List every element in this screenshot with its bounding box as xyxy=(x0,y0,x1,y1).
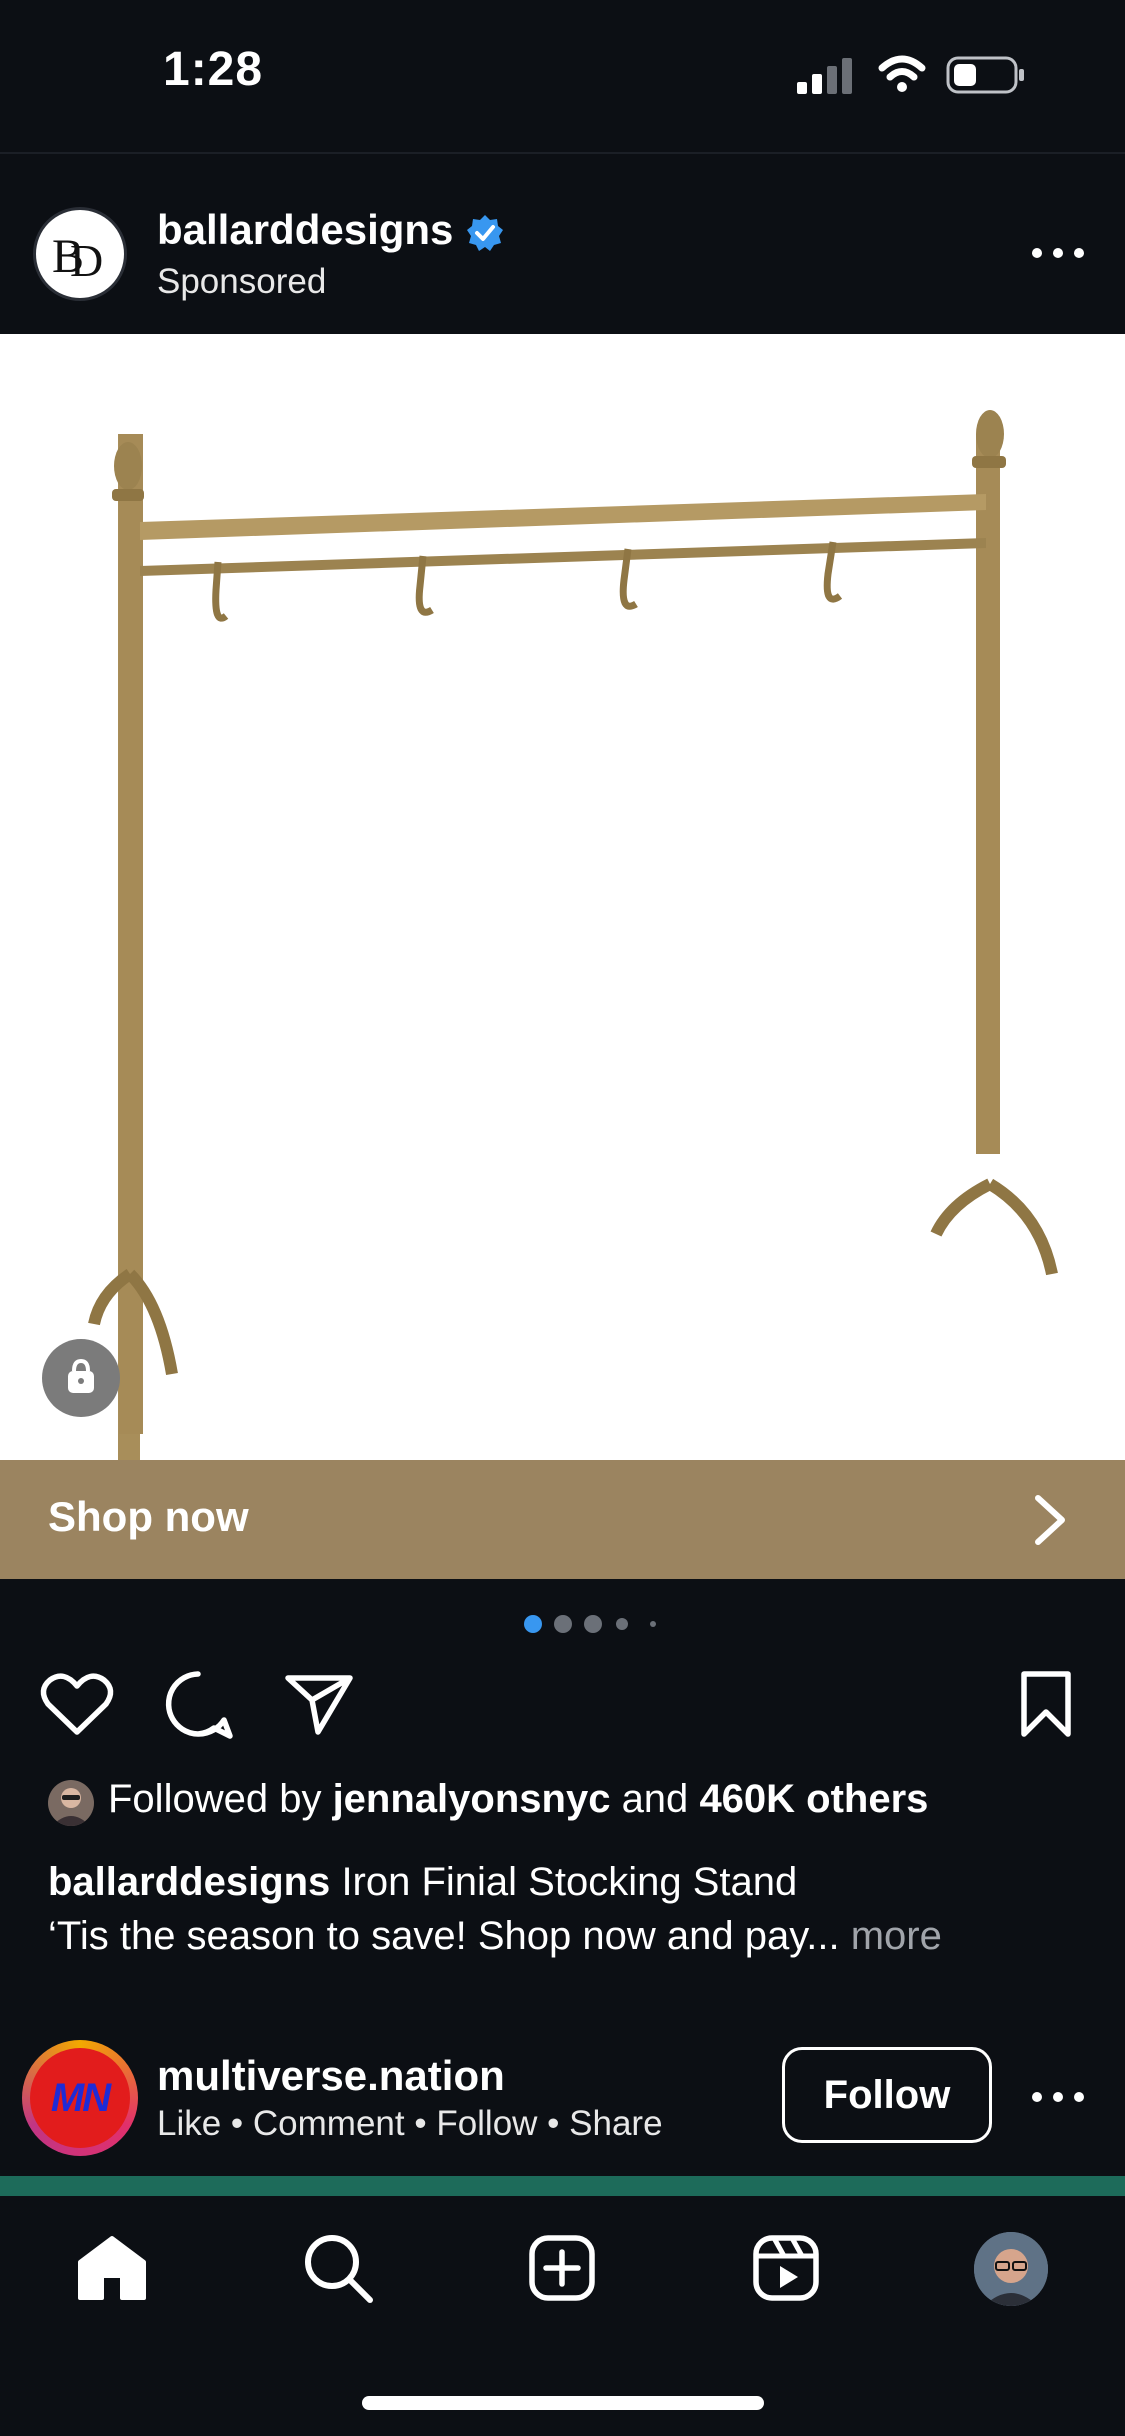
caption-text: ‘Tis the season to save! Shop now and pa… xyxy=(48,1914,840,1958)
carousel-dot-5 xyxy=(650,1621,656,1627)
bd-monogram-logo: B D xyxy=(52,230,103,286)
caption-username[interactable]: ballarddesigns xyxy=(48,1860,330,1904)
caption-title-line: ballarddesigns Iron Finial Stocking Stan… xyxy=(48,1860,797,1905)
next-post-image-edge xyxy=(0,2176,1125,2196)
search-icon[interactable] xyxy=(302,2232,374,2304)
mn-logo-text: MN xyxy=(50,2076,111,2120)
home-icon[interactable] xyxy=(76,2234,148,2302)
home-indicator xyxy=(362,2396,764,2410)
carousel-dot-1 xyxy=(524,1615,542,1633)
carousel-dot-3 xyxy=(584,1615,602,1633)
profile-avatar[interactable] xyxy=(974,2232,1048,2306)
account-name-2[interactable]: multiverse.nation xyxy=(157,2052,505,2100)
battery-icon xyxy=(946,56,1024,94)
followed-by-user[interactable]: jennalyonsnyc xyxy=(333,1777,611,1821)
product-image[interactable] xyxy=(0,334,1125,1534)
sponsored-label: Sponsored xyxy=(157,262,327,301)
heart-icon[interactable] xyxy=(40,1672,114,1738)
caption-title: Iron Finial Stocking Stand xyxy=(341,1860,798,1904)
status-divider xyxy=(0,152,1125,154)
signal-icon xyxy=(797,58,852,94)
svg-text:D: D xyxy=(70,235,103,286)
chevron-right-icon[interactable] xyxy=(1030,1492,1072,1548)
followed-by-connector: and xyxy=(621,1777,689,1821)
account-subtitle-2: Like • Comment • Follow • Share xyxy=(157,2104,663,2143)
comment-icon[interactable] xyxy=(162,1670,234,1740)
more-options-icon[interactable] xyxy=(1030,246,1086,260)
account-avatar[interactable]: B D xyxy=(33,207,127,301)
more-options-icon-2[interactable] xyxy=(1030,2090,1086,2104)
share-icon[interactable] xyxy=(284,1672,354,1736)
follow-button[interactable]: Follow xyxy=(782,2047,992,2143)
shop-now-label[interactable]: Shop now xyxy=(48,1493,249,1541)
caption-more-link[interactable]: more xyxy=(851,1914,942,1958)
status-time: 1:28 xyxy=(163,43,264,96)
create-icon[interactable] xyxy=(528,2234,596,2302)
followed-by-text[interactable]: Followed by jennalyonsnyc and 460K other… xyxy=(108,1777,928,1822)
mn-logo: MN xyxy=(30,2048,130,2148)
carousel-dot-2 xyxy=(554,1615,572,1633)
account-name[interactable]: ballarddesigns xyxy=(157,206,453,254)
story-ring-avatar[interactable]: MN xyxy=(22,2040,138,2156)
verified-badge-icon xyxy=(467,215,503,251)
caption-body-line: ‘Tis the season to save! Shop now and pa… xyxy=(48,1914,942,1959)
bookmark-icon[interactable] xyxy=(1018,1670,1074,1738)
follower-avatar[interactable] xyxy=(48,1780,94,1826)
followed-by-prefix: Followed by xyxy=(108,1777,322,1821)
stocking-stand-illustration xyxy=(88,410,1058,1534)
followed-by-others[interactable]: 460K others xyxy=(699,1777,928,1821)
reels-icon[interactable] xyxy=(752,2234,820,2302)
wifi-icon xyxy=(878,55,926,92)
shopping-bag-icon[interactable] xyxy=(42,1339,120,1417)
carousel-dot-4 xyxy=(616,1618,628,1630)
